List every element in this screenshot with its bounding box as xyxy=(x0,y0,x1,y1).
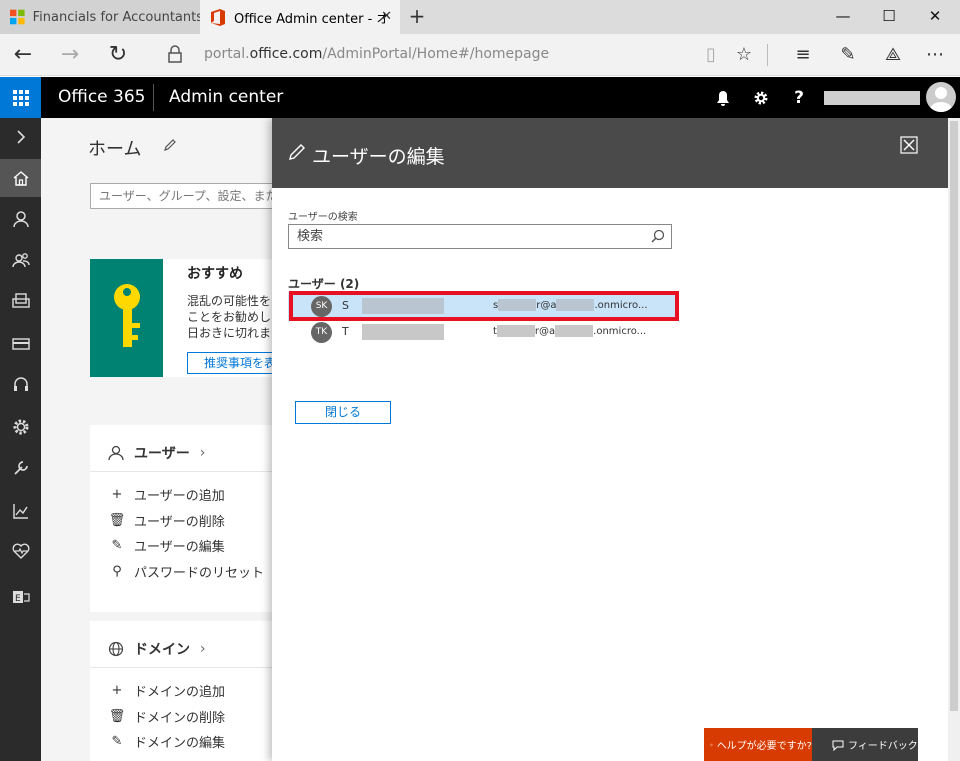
browser-tab-label: Financials for Accountants— xyxy=(32,9,200,25)
trash-icon: 🗑 xyxy=(108,709,126,724)
nav-resources-icon[interactable] xyxy=(0,282,41,320)
domains-card-header[interactable]: ドメイン › xyxy=(108,639,206,659)
reset-password-link[interactable]: ⚲ パスワードのリセット xyxy=(108,562,264,581)
nav-billing-icon[interactable] xyxy=(0,325,41,363)
user-name-redacted xyxy=(362,324,444,340)
refresh-icon[interactable]: ↻ xyxy=(101,40,135,70)
delete-user-link[interactable]: 🗑 ユーザーの削除 xyxy=(108,511,225,530)
search-icon[interactable] xyxy=(651,229,665,243)
browser-tab-admin-center[interactable]: Office Admin center - オ ✕ xyxy=(200,0,400,34)
panel-title: ユーザーの編集 xyxy=(312,146,445,168)
nav-expand-icon[interactable] xyxy=(0,118,41,156)
edit-pencil-icon[interactable] xyxy=(163,138,177,152)
help-button[interactable]: ? ヘルプが必要ですか? xyxy=(704,728,812,761)
user-search-input[interactable]: 検索 xyxy=(288,224,672,249)
forward-arrow-icon[interactable]: → xyxy=(53,40,87,70)
domains-card: ドメイン › + ドメインの追加 🗑 ドメインの削除 ✎ ドメインの編集 xyxy=(90,621,290,761)
edit-user-panel: ユーザーの編集 ユーザーの検索 検索 ユーザー (2) SK S s r@a .on… xyxy=(272,118,948,761)
nav-settings-icon[interactable] xyxy=(0,408,41,446)
close-button[interactable]: 閉じる xyxy=(295,401,391,424)
back-arrow-icon[interactable]: ← xyxy=(6,40,40,70)
close-tab-icon[interactable]: ✕ xyxy=(381,9,392,24)
web-note-icon[interactable]: ✎ xyxy=(831,40,865,70)
global-search-input[interactable]: ユーザー、グループ、設定、また xyxy=(90,183,290,209)
feedback-button[interactable]: フィードバック xyxy=(812,728,918,761)
user-avatar[interactable] xyxy=(926,82,956,112)
users-card-header[interactable]: ユーザー › xyxy=(108,443,205,463)
favorite-star-icon[interactable]: ☆ xyxy=(727,40,761,70)
add-user-link[interactable]: + ユーザーの追加 xyxy=(108,485,225,504)
feedback-icon xyxy=(832,740,844,751)
nav-reports-chart-icon[interactable] xyxy=(0,492,41,530)
nav-exchange-icon[interactable]: E xyxy=(0,578,41,616)
trash-icon: 🗑 xyxy=(108,513,126,528)
recommendation-title: おすすめ xyxy=(187,266,243,282)
user-email: t r@a .onmicro... xyxy=(493,325,647,337)
chevron-right-icon: › xyxy=(200,641,206,657)
notification-bell-icon[interactable] xyxy=(704,77,742,118)
add-domain-link[interactable]: + ドメインの追加 xyxy=(108,681,225,700)
new-tab-icon[interactable]: + xyxy=(404,4,430,30)
user-icon xyxy=(108,445,124,461)
settings-gear-icon[interactable] xyxy=(742,77,780,118)
user-name: T xyxy=(342,325,349,338)
edit-domain-link[interactable]: ✎ ドメインの編集 xyxy=(108,732,225,751)
plus-icon: + xyxy=(111,683,123,698)
help-question-icon[interactable]: ? xyxy=(780,77,818,118)
app-launcher-icon[interactable] xyxy=(0,77,41,118)
browser-tab-label: Office Admin center - オ xyxy=(234,11,390,27)
svg-text:?: ? xyxy=(711,744,712,746)
nav-users-icon[interactable] xyxy=(0,200,41,238)
window-close-icon[interactable]: ✕ xyxy=(912,0,958,34)
user-name-redacted[interactable] xyxy=(824,91,920,105)
recommendation-text: 日おきに切れま xyxy=(187,326,272,340)
browser-tab-bar: Financials for Accountants— Office Admin… xyxy=(0,0,960,34)
pencil-icon: ✎ xyxy=(111,538,123,553)
key-small-icon: ⚲ xyxy=(112,564,122,579)
selection-highlight-box xyxy=(289,291,679,321)
recommendation-text: 混乱の可能性を xyxy=(187,294,272,308)
hub-icon[interactable]: ≡ xyxy=(786,40,820,70)
users-card: ユーザー › + ユーザーの追加 🗑 ユーザーの削除 ✎ ユーザーの編集 ⚲ パスワード… xyxy=(90,425,290,612)
maximize-icon[interactable]: ☐ xyxy=(866,0,912,34)
search-users-label: ユーザーの検索 xyxy=(288,212,358,223)
plus-icon: + xyxy=(111,487,123,502)
nav-health-icon[interactable] xyxy=(0,532,41,570)
nav-support-headset-icon[interactable] xyxy=(0,366,41,404)
reading-view-icon[interactable]: ▯ xyxy=(694,40,728,70)
more-icon[interactable]: ⋯ xyxy=(918,40,952,70)
pencil-icon: ✎ xyxy=(111,734,123,749)
nav-home-icon[interactable] xyxy=(0,159,41,197)
globe-icon xyxy=(108,641,124,657)
panel-header: ユーザーの編集 xyxy=(272,118,948,188)
svg-text:E: E xyxy=(15,594,21,604)
nav-groups-icon[interactable] xyxy=(0,241,41,279)
nav-setup-wrench-icon[interactable] xyxy=(0,449,41,487)
chevron-right-icon: › xyxy=(199,445,206,461)
lock-icon xyxy=(168,45,182,63)
key-icon xyxy=(90,259,163,377)
share-icon[interactable]: ⟁ xyxy=(876,40,910,70)
edit-pencil-icon xyxy=(289,144,305,160)
user-row[interactable]: TK T t r@a .onmicro... xyxy=(288,318,678,346)
app-title[interactable]: Admin center xyxy=(169,87,283,107)
minimize-icon[interactable]: — xyxy=(820,0,866,34)
edit-user-link[interactable]: ✎ ユーザーの編集 xyxy=(108,536,225,555)
close-panel-icon[interactable] xyxy=(900,136,918,154)
office-logo-icon xyxy=(211,8,225,26)
url-field[interactable]: portal.office.com/AdminPortal/Home#/home… xyxy=(204,46,549,62)
address-bar: ← → ↻ portal.office.com/AdminPortal/Home… xyxy=(0,34,960,76)
vertical-scrollbar[interactable] xyxy=(948,118,960,761)
delete-domain-link[interactable]: 🗑 ドメインの削除 xyxy=(108,707,225,726)
left-nav: E xyxy=(0,118,41,761)
browser-tab-financials[interactable]: Financials for Accountants— xyxy=(0,0,200,34)
windows-logo-icon xyxy=(10,9,25,25)
help-circle-icon: ? xyxy=(710,743,713,746)
users-count-label: ユーザー (2) xyxy=(288,277,360,291)
page-title: ホーム xyxy=(88,139,142,160)
user-avatar-initials: TK xyxy=(311,322,332,343)
recommendation-text: ことをお勧めし xyxy=(187,310,272,324)
brand-title[interactable]: Office 365 xyxy=(58,87,145,107)
o365-header: Office 365 Admin center ? xyxy=(0,77,960,118)
